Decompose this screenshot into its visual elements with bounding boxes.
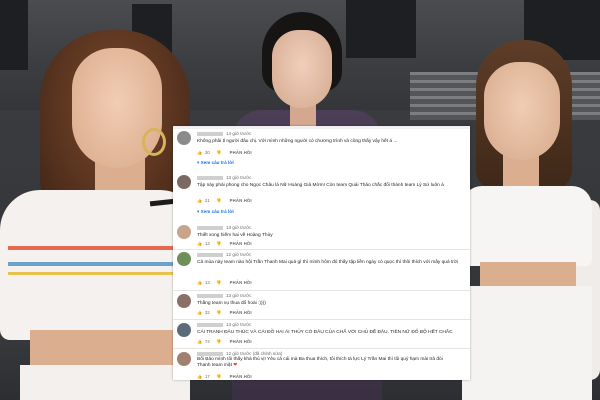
middle-woman-face [272,30,332,108]
comment-actions: 👍 30 👎 PHẢN HỒI [197,150,252,156]
avatar[interactable] [177,225,191,239]
avatar[interactable] [177,294,191,308]
comment-meta: 13 giờ trước [197,225,251,230]
comment-meta: 12 giờ trước (đã chỉnh sửa) [197,351,282,356]
comment-actions: 👍 74 👎 PHẢN HỒI [197,339,252,345]
comment-text: Thằng team vụ thua đổ hoài :)))) [197,301,266,306]
comment-time: 12 giờ trước (đã chỉnh sửa) [226,351,283,356]
comment-item: 13 giờ trước Thiết xong hiếm hai về Hoàn… [173,223,470,249]
comment-text-line: Bối Bảo mình tôi thấy khá thú vị! Yêu cả… [197,357,443,362]
comment-meta: 13 giờ trước [197,293,251,298]
like-count: 32 [205,310,210,315]
author-name[interactable] [197,175,223,180]
like-count: 13 [205,280,210,285]
view-replies-label: Xem câu trả lời [200,209,234,214]
comment-meta: 12 giờ trước [197,252,251,257]
comment-time: 14 giờ trước [226,131,252,136]
reply-button[interactable]: PHẢN HỒI [230,150,252,155]
reply-button[interactable]: PHẢN HỒI [230,339,252,344]
avatar[interactable] [177,175,191,189]
comment-item: 13 giờ trước Thằng team vụ thua đổ hoài … [173,291,470,319]
comment-time: 12 giờ trước [226,252,252,257]
window [0,0,28,70]
thumb-up-icon[interactable]: 👍 [197,198,203,204]
thumb-up-icon[interactable]: 👍 [197,339,203,345]
comment-text: CÁI TRANH ĐÂU THÚC VÀ CÁI ĐỒ HAI ÁI THỦY… [197,330,453,335]
like-count: 13 [205,241,210,246]
comment-actions: 👍 13 👎 PHẢN HỒI [197,241,252,247]
view-replies-link[interactable]: ▾ Xem câu trả lời [197,209,234,215]
comment-item: 12 giờ trước Cả mùa này team nào hội Trầ… [173,250,470,290]
author-name[interactable] [197,293,223,298]
avatar[interactable] [177,131,191,145]
thumb-down-icon[interactable]: 👎 [216,150,222,156]
author-name[interactable] [197,225,223,230]
thumb-down-icon[interactable]: 👎 [216,280,222,286]
reply-button[interactable]: PHẢN HỒI [230,280,252,285]
comment-actions: 👍 21 👎 PHẢN HỒI [197,198,252,204]
thumb-down-icon[interactable]: 👎 [216,374,222,380]
like-count: 74 [205,339,210,344]
top-stripe [8,262,194,266]
top-stripe [8,272,194,275]
like-count: 17 [205,374,210,379]
window [346,0,416,58]
comment-actions: 👍 17 👎 PHẢN HỒI [197,374,252,380]
author-name[interactable] [197,351,223,356]
comment-text: Cả mùa này team nào hội Trần Thanh Mai q… [197,260,459,265]
comment-text: Bối Bảo mình tôi thấy khá thú vị! Yêu cả… [197,357,463,369]
comment-actions: 👍 13 👎 PHẢN HỒI [197,280,252,286]
chevron-down-icon: ▾ [197,160,200,165]
right-woman-top [462,186,592,266]
comment-text: Tập này phải phong cho Ngọc Châu là Nữ H… [197,183,444,188]
avatar[interactable] [177,323,191,337]
comment-actions: 👍 32 👎 PHẢN HỒI [197,310,252,316]
comment-time: 13 giờ trước [226,293,252,298]
view-replies-label: Xem câu trả lời [200,160,234,165]
comment-text-line: Thanh team mặt [197,363,232,368]
thumb-up-icon[interactable]: 👍 [197,280,203,286]
thumb-up-icon[interactable]: 👍 [197,374,203,380]
right-woman-skirt [462,286,592,400]
reply-button[interactable]: PHẢN HỒI [230,198,252,203]
right-woman-face [484,62,560,160]
thumb-down-icon[interactable]: 👎 [216,241,222,247]
comment-time: 13 giờ trước [226,225,252,230]
comment-text: Thiết xong hiếm hai về Hoàng Thùy [197,233,273,238]
comment-meta: 13 giờ trước [197,175,251,180]
comment-text: Không phải tỉ người đâu chị. Với mình nh… [197,139,398,144]
left-woman-earring [142,128,166,156]
left-woman-skirt [20,365,190,400]
comment-item: 13 giờ trước Tập này phải phong cho Ngọc… [173,173,470,223]
comment-item: 13 giờ trước CÁI TRANH ĐÂU THÚC VÀ CÁI Đ… [173,320,470,348]
thumb-up-icon[interactable]: 👍 [197,150,203,156]
thumb-down-icon[interactable]: 👎 [216,310,222,316]
like-count: 30 [205,150,210,155]
thumb-down-icon[interactable]: 👎 [216,198,222,204]
author-name[interactable] [197,322,223,327]
author-name[interactable] [197,252,223,257]
chevron-down-icon: ▾ [197,209,200,214]
comment-meta: 13 giờ trước [197,322,251,327]
comment-meta: 14 giờ trước [197,131,251,136]
comments-panel: 14 giờ trước Không phải tỉ người đâu chị… [173,126,470,380]
reply-button[interactable]: PHẢN HỒI [230,374,252,379]
thumb-up-icon[interactable]: 👍 [197,241,203,247]
comment-time: 13 giờ trước [226,322,252,327]
like-count: 21 [205,198,210,203]
comment-time: 13 giờ trước [226,175,252,180]
heart-icon: ❤ [233,363,238,368]
thumb-up-icon[interactable]: 👍 [197,310,203,316]
top-stripe [8,246,194,250]
avatar[interactable] [177,352,191,366]
author-name[interactable] [197,131,223,136]
comment-item: 12 giờ trước (đã chỉnh sửa) Bối Bảo mình… [173,349,470,380]
avatar[interactable] [177,252,191,266]
reply-button[interactable]: PHẢN HỒI [230,241,252,246]
reply-button[interactable]: PHẢN HỒI [230,310,252,315]
thumb-down-icon[interactable]: 👎 [216,339,222,345]
comment-item: 14 giờ trước Không phải tỉ người đâu chị… [173,129,470,173]
view-replies-link[interactable]: ▾ Xem câu trả lời [197,160,234,166]
